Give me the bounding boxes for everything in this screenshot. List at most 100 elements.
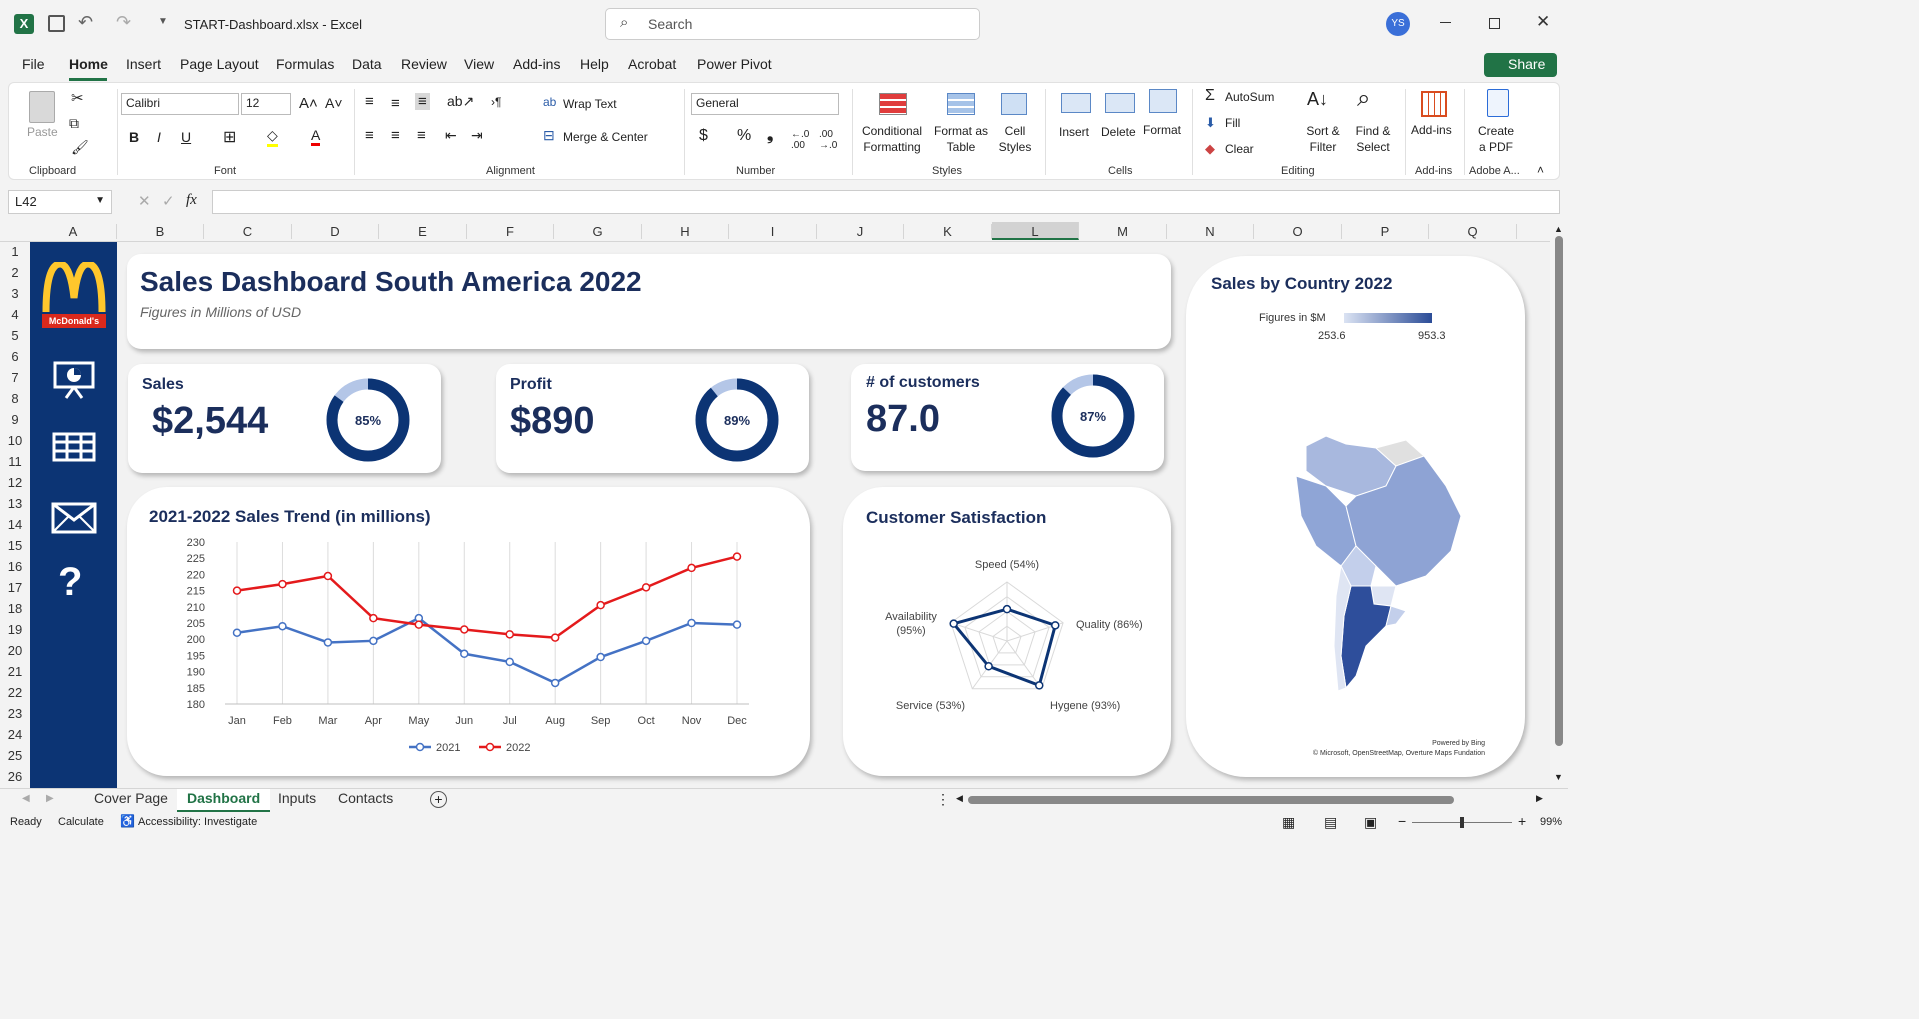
add-ins-button[interactable]: Add-ins	[1411, 123, 1452, 137]
zoom-level[interactable]: 99%	[1540, 816, 1562, 828]
undo-icon[interactable]: ↶	[78, 12, 93, 33]
increase-decimal-icon[interactable]: ←.0.00	[791, 129, 809, 151]
row-header-15[interactable]: 15	[0, 538, 30, 553]
row-header-25[interactable]: 25	[0, 748, 30, 763]
collapse-ribbon-icon[interactable]: ˄	[1537, 163, 1544, 177]
find-select-button[interactable]: Find & Select	[1349, 123, 1397, 155]
merge-center-button[interactable]: Merge & Center	[563, 130, 648, 144]
paste-icon[interactable]	[29, 91, 55, 123]
menu-home[interactable]: Home	[69, 56, 108, 72]
row-header-11[interactable]: 11	[0, 454, 30, 469]
indent-increase-icon[interactable]: ⇥	[471, 127, 483, 144]
status-calculate[interactable]: Calculate	[58, 816, 104, 828]
column-header-d[interactable]: D	[292, 224, 379, 239]
menu-review[interactable]: Review	[401, 56, 447, 72]
column-header-o[interactable]: O	[1254, 224, 1342, 239]
currency-icon[interactable]: $	[699, 127, 708, 145]
column-header-h[interactable]: H	[642, 224, 729, 239]
row-header-10[interactable]: 10	[0, 433, 30, 448]
row-header-8[interactable]: 8	[0, 391, 30, 406]
orientation-icon[interactable]: ab↗	[447, 93, 474, 110]
align-middle-icon[interactable]: ≡	[391, 95, 400, 112]
customize-toolbar-icon[interactable]: ▼	[158, 16, 168, 27]
menu-formulas[interactable]: Formulas	[276, 56, 334, 72]
user-avatar[interactable]: YS	[1386, 12, 1410, 36]
cut-icon[interactable]: ✂	[71, 89, 84, 107]
row-header-1[interactable]: 1	[0, 244, 30, 259]
column-header-n[interactable]: N	[1167, 224, 1254, 239]
table-icon[interactable]	[52, 432, 96, 462]
row-header-9[interactable]: 9	[0, 412, 30, 427]
paste-button[interactable]: Paste	[27, 125, 58, 139]
font-size-select[interactable]: 12	[241, 93, 291, 115]
restore-icon[interactable]	[1489, 18, 1500, 29]
scroll-down-icon[interactable]: ▼	[1554, 772, 1563, 782]
column-header-b[interactable]: B	[117, 224, 204, 239]
tab-scroll-right-icon[interactable]: ▶	[46, 793, 54, 804]
percent-icon[interactable]: %	[737, 127, 751, 145]
menu-help[interactable]: Help	[580, 56, 609, 72]
autosum-button[interactable]: AutoSum	[1225, 90, 1274, 104]
menu-insert[interactable]: Insert	[126, 56, 161, 72]
font-family-select[interactable]: Calibri	[121, 93, 239, 115]
row-header-19[interactable]: 19	[0, 622, 30, 637]
status-accessibility[interactable]: Accessibility: Investigate	[138, 816, 257, 828]
menu-power-pivot[interactable]: Power Pivot	[697, 56, 772, 72]
hscroll-left-icon[interactable]: ◀	[956, 793, 963, 804]
insert-cells-button[interactable]: Insert	[1059, 125, 1089, 139]
column-header-e[interactable]: E	[379, 224, 467, 239]
row-header-18[interactable]: 18	[0, 601, 30, 616]
formula-input[interactable]	[212, 190, 1560, 214]
column-header-i[interactable]: I	[729, 224, 817, 239]
row-header-3[interactable]: 3	[0, 286, 30, 301]
menu-acrobat[interactable]: Acrobat	[628, 56, 676, 72]
fill-color-icon[interactable]: ◇	[267, 127, 278, 147]
redo-icon[interactable]: ↷	[116, 12, 131, 33]
increase-font-icon[interactable]: A˄	[299, 95, 318, 112]
minimize-icon[interactable]	[1440, 22, 1451, 23]
scroll-up-icon[interactable]: ▲	[1554, 224, 1563, 234]
align-left-icon[interactable]: ≡	[365, 127, 374, 144]
text-direction-icon[interactable]: ›¶	[491, 95, 501, 109]
wrap-text-button[interactable]: Wrap Text	[563, 97, 617, 111]
clear-button[interactable]: Clear	[1225, 142, 1254, 156]
column-header-a[interactable]: A	[30, 224, 117, 239]
share-button[interactable]: Share	[1484, 53, 1557, 77]
presentation-icon[interactable]	[52, 360, 96, 400]
cell-styles-button[interactable]: Cell Styles	[995, 123, 1035, 155]
menu-page-layout[interactable]: Page Layout	[180, 56, 259, 72]
row-header-2[interactable]: 2	[0, 265, 30, 280]
menu-add-ins[interactable]: Add-ins	[513, 56, 560, 72]
normal-view-icon[interactable]: ▦	[1282, 814, 1295, 831]
align-center-icon[interactable]: ≡	[391, 127, 400, 144]
comma-icon[interactable]: ❟	[767, 127, 773, 145]
row-header-16[interactable]: 16	[0, 559, 30, 574]
conditional-formatting-button[interactable]: Conditional Formatting	[857, 123, 927, 155]
enter-formula-icon[interactable]: ✓	[162, 192, 175, 210]
mail-icon[interactable]	[51, 502, 97, 534]
menu-data[interactable]: Data	[352, 56, 382, 72]
search-box[interactable]: ⌕ Search	[605, 8, 980, 40]
row-header-14[interactable]: 14	[0, 517, 30, 532]
font-color-icon[interactable]: A	[311, 127, 321, 146]
row-header-12[interactable]: 12	[0, 475, 30, 490]
zoom-slider[interactable]	[1412, 817, 1512, 828]
hscroll-right-icon[interactable]: ▶	[1536, 793, 1543, 804]
column-header-k[interactable]: K	[904, 224, 992, 239]
horizontal-scrollbar[interactable]: ◀ ▶	[952, 792, 1548, 808]
name-box[interactable]: L42 ▼	[8, 190, 112, 214]
decrease-decimal-icon[interactable]: .00 →.0	[819, 129, 837, 151]
tab-inputs[interactable]: Inputs	[268, 789, 326, 812]
sort-filter-button[interactable]: Sort & Filter	[1303, 123, 1343, 155]
menu-view[interactable]: View	[464, 56, 494, 72]
zoom-in-icon[interactable]: +	[1518, 813, 1526, 829]
row-header-17[interactable]: 17	[0, 580, 30, 595]
number-format-select[interactable]: General	[691, 93, 839, 115]
row-header-7[interactable]: 7	[0, 370, 30, 385]
column-header-c[interactable]: C	[204, 224, 292, 239]
fill-button[interactable]: Fill	[1225, 116, 1240, 130]
tabs-splitter-icon[interactable]: ⋮	[936, 791, 950, 808]
menu-file[interactable]: File	[22, 56, 45, 72]
tab-contacts[interactable]: Contacts	[328, 789, 403, 812]
column-header-f[interactable]: F	[467, 224, 554, 239]
